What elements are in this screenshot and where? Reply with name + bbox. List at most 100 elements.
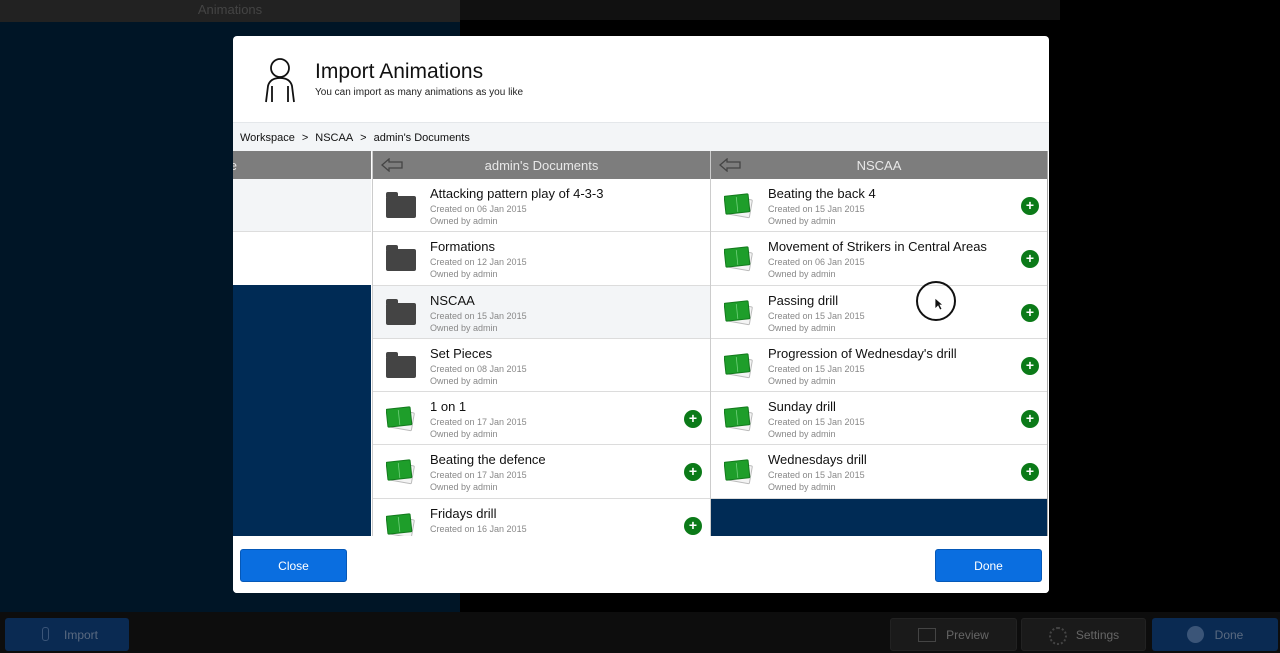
item-created-date: Created on 08 Jan 2015 — [430, 363, 527, 374]
folder-icon — [386, 245, 416, 273]
item-title: Fridays drill — [430, 505, 497, 521]
folder-row[interactable]: Set Pieces Created on 08 Jan 2015 Owned by… — [373, 338, 710, 393]
item-owner: Owned by admin — [430, 269, 498, 280]
animation-icon — [386, 406, 415, 432]
settings-button[interactable]: Settings — [1021, 618, 1146, 651]
list-item[interactable] — [233, 232, 371, 285]
item-created-date: Created on 17 Jan 2015 — [430, 470, 527, 481]
add-animation-button[interactable]: + — [1021, 250, 1039, 269]
folder-icon — [386, 192, 416, 220]
column-title: NSCAA — [856, 157, 902, 173]
item-title: Beating the back 4 — [768, 186, 876, 201]
list-item[interactable] — [233, 179, 371, 232]
folder-row[interactable]: NSCAA Created on 15 Jan 2015 Owned by admi… — [373, 285, 710, 339]
column-header: e — [233, 151, 371, 179]
item-title: Formations — [430, 239, 496, 255]
item-title: Movement of Strikers in Central Areas — [768, 239, 987, 255]
animation-row[interactable]: Movement of Strikers in Central Areas Cre… — [711, 232, 1047, 286]
canvas-top-strip — [460, 0, 1060, 20]
animations-panel-title: Animations — [0, 0, 460, 22]
animation-row[interactable]: Fridays drill Created on 16 Jan 2015 + — [373, 498, 710, 536]
item-owner: Owned by admin — [430, 216, 498, 226]
gear-icon — [1048, 626, 1067, 645]
folder-icon — [386, 351, 416, 380]
toolbar-done-button[interactable]: Done — [1152, 618, 1278, 651]
item-created-date: Created on 17 Jan 2015 — [430, 417, 527, 428]
item-title: Beating the defence — [430, 452, 546, 468]
add-animation-button[interactable]: + — [1021, 463, 1039, 482]
item-list: Attacking pattern play of 4-3-3 Created o… — [373, 179, 710, 536]
column-title: admin's Documents — [484, 157, 599, 173]
folder-row[interactable]: Formations Created on 12 Jan 2015 Owned by… — [373, 232, 710, 286]
dialog-footer: Close Done — [233, 536, 1049, 593]
add-animation-button[interactable]: + — [684, 463, 702, 482]
folder-icon — [386, 298, 416, 327]
breadcrumb-admins-documents[interactable]: admin's Documents — [374, 132, 470, 144]
item-created-date: Created on 06 Jan 2015 — [768, 257, 865, 268]
breadcrumb: Workspace > NSCAA > admin's Documents — [233, 122, 1049, 152]
item-title: Sunday drill — [768, 399, 836, 415]
item-title: Attacking pattern play of 4-3-3 — [430, 186, 604, 201]
column-title: e — [233, 157, 237, 173]
add-animation-button[interactable]: + — [1021, 410, 1039, 429]
column-admins-documents: admin's Documents Attacking pattern play… — [372, 151, 710, 536]
item-title: NSCAA — [430, 292, 475, 308]
item-owner: Owned by admin — [430, 429, 498, 440]
breadcrumb-separator: > — [360, 131, 367, 144]
animation-icon — [724, 353, 753, 379]
animation-row[interactable]: Sunday drill Created on 15 Jan 2015 Owned … — [711, 392, 1047, 446]
add-animation-button[interactable]: + — [1021, 356, 1039, 375]
animation-row[interactable]: Beating the defence Created on 17 Jan 201… — [373, 445, 710, 499]
column-nscaa: NSCAA Beating the back 4 Created on 15 Ja… — [710, 151, 1048, 536]
animation-row[interactable]: Passing drill Created on 15 Jan 2015 Owned… — [711, 285, 1047, 339]
animation-icon — [724, 406, 753, 432]
item-created-date: Created on 16 Jan 2015 — [430, 523, 527, 534]
item-title: Progression of Wednesday's drill — [768, 345, 957, 361]
item-owner: Owned by admin — [768, 375, 836, 386]
dialog-title: Import Animations — [315, 60, 484, 83]
add-animation-button[interactable]: + — [1021, 303, 1039, 322]
dialog-header: Import Animations You can import as many… — [233, 36, 1049, 122]
add-animation-button[interactable]: + — [684, 516, 702, 535]
item-list: Beating the back 4 Created on 15 Jan 2015… — [711, 179, 1047, 499]
item-created-date: Created on 15 Jan 2015 — [430, 310, 527, 321]
import-label: Import — [63, 627, 98, 642]
item-owner: Owned by admin — [768, 429, 836, 440]
animation-row[interactable]: Wednesdays drill Created on 15 Jan 2015 Ow… — [711, 445, 1047, 499]
item-owner: Owned by admin — [768, 269, 836, 280]
item-owner: Owned by admin — [430, 375, 498, 386]
back-arrow-icon[interactable] — [719, 158, 741, 172]
breadcrumb-nscaa[interactable]: NSCAA — [315, 132, 353, 144]
done-button[interactable]: Done — [935, 549, 1042, 582]
item-title: Set Pieces — [430, 345, 493, 361]
toolbar-done-label: Done — [1214, 627, 1244, 642]
settings-label: Settings — [1075, 627, 1120, 642]
folder-row[interactable]: Attacking pattern play of 4-3-3 Created o… — [373, 179, 710, 233]
animation-icon — [724, 459, 753, 485]
item-owner: Owned by admin — [768, 322, 836, 333]
preview-label: Preview — [946, 627, 989, 642]
breadcrumb-workspace[interactable]: Workspace — [240, 132, 295, 144]
back-arrow-icon[interactable] — [381, 158, 403, 172]
add-animation-button[interactable]: + — [684, 410, 702, 429]
animation-icon — [724, 193, 753, 219]
column-workspace: e — [233, 151, 371, 536]
animation-row[interactable]: 1 on 1 Created on 17 Jan 2015 Owned by adm… — [373, 392, 710, 446]
breadcrumb-separator: > — [301, 131, 309, 144]
item-title: 1 on 1 — [430, 399, 467, 415]
item-created-date: Created on 15 Jan 2015 — [768, 363, 865, 374]
item-created-date: Created on 15 Jan 2015 — [768, 470, 865, 481]
item-owner: Owned by admin — [768, 216, 836, 226]
preview-button[interactable]: Preview — [890, 618, 1017, 651]
import-button[interactable]: Import — [5, 618, 129, 651]
animation-row[interactable]: Progression of Wednesday's drill Created … — [711, 338, 1047, 393]
item-created-date: Created on 15 Jan 2015 — [768, 417, 865, 428]
item-created-date: Created on 15 Jan 2015 — [768, 310, 865, 321]
item-title: Passing drill — [768, 292, 839, 308]
item-owner: Owned by admin — [430, 322, 498, 333]
close-button[interactable]: Close — [240, 549, 347, 582]
animation-row[interactable]: Beating the back 4 Created on 15 Jan 2015… — [711, 179, 1047, 233]
animation-icon — [386, 459, 415, 485]
column-header: admin's Documents — [373, 151, 710, 179]
add-animation-button[interactable]: + — [1021, 197, 1039, 215]
